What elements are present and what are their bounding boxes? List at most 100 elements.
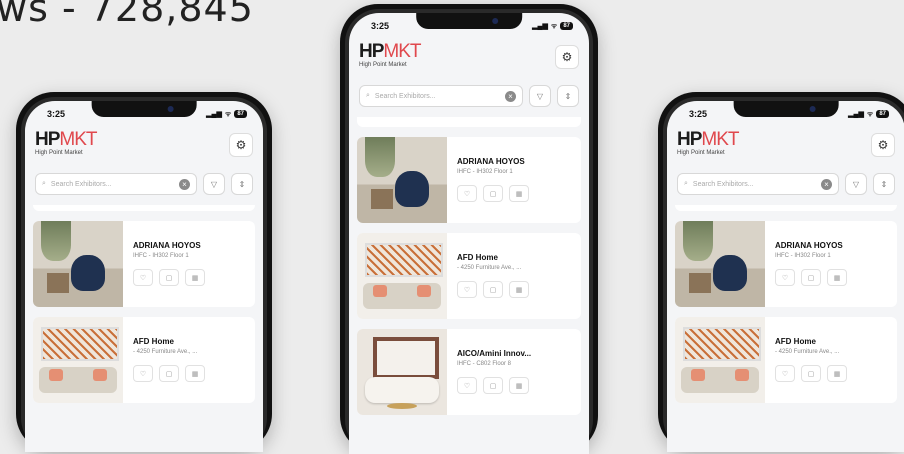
sort-icon: ⇕ — [564, 91, 572, 101]
calendar-icon: ▦ — [833, 274, 841, 282]
exhibitor-name[interactable]: ADRIANA HOYOS — [775, 241, 847, 250]
exhibitor-name[interactable]: AFD Home — [457, 253, 529, 262]
hpmkt-logo: HPMKT High Point Market — [677, 129, 740, 156]
list-item[interactable] — [357, 117, 581, 127]
phone-mockup: 3:25 ▂▄▆ ᯤ 87 HPMKT High Point Market ⚙ … — [340, 4, 598, 454]
calendar-icon: ▦ — [191, 370, 199, 378]
exhibitor-location: IHFC - IH302 Floor 1 — [775, 253, 831, 259]
filter-button[interactable]: ▽ — [529, 85, 551, 107]
sort-button[interactable]: ⇕ — [873, 173, 895, 195]
exhibitor-list: ADRIANA HOYOS IHFC - IH302 Floor 1 ♡ ▢ ▦… — [33, 205, 255, 413]
exhibitor-location: - 4250 Furniture Ave., ... — [133, 349, 198, 355]
search-input[interactable]: ⌕ Search Exhibitors... × — [35, 173, 197, 195]
filter-button[interactable]: ▽ — [845, 173, 867, 195]
hpmkt-logo: HPMKT High Point Market — [359, 41, 422, 68]
note-button[interactable]: ▢ — [801, 365, 821, 382]
note-button[interactable]: ▢ — [159, 269, 179, 286]
exhibitor-name[interactable]: AFD Home — [775, 337, 847, 346]
clear-icon[interactable]: × — [505, 91, 516, 102]
settings-button[interactable]: ⚙ — [555, 45, 579, 69]
exhibitor-location: - 4250 Furniture Ave., ... — [457, 265, 522, 271]
heart-icon: ♡ — [139, 274, 147, 282]
exhibitor-name[interactable]: ADRIANA HOYOS — [457, 157, 529, 166]
favorite-button[interactable]: ♡ — [457, 185, 477, 202]
calendar-button[interactable]: ▦ — [827, 269, 847, 286]
filter-button[interactable]: ▽ — [203, 173, 225, 195]
heart-icon: ♡ — [463, 382, 471, 390]
signal-icon: ▂▄▆ — [532, 23, 548, 30]
calendar-button[interactable]: ▦ — [185, 365, 205, 382]
status-time: 3:25 — [47, 109, 66, 119]
calendar-button[interactable]: ▦ — [827, 365, 847, 382]
note-button[interactable]: ▢ — [483, 185, 503, 202]
favorite-button[interactable]: ♡ — [775, 269, 795, 286]
clear-icon[interactable]: × — [821, 179, 832, 190]
note-icon: ▢ — [165, 370, 173, 378]
note-button[interactable]: ▢ — [483, 281, 503, 298]
sort-button[interactable]: ⇕ — [557, 85, 579, 107]
signal-icon: ▂▄▆ — [206, 111, 222, 118]
exhibitor-image — [357, 233, 447, 319]
exhibitor-image — [33, 221, 123, 307]
calendar-button[interactable]: ▦ — [509, 185, 529, 202]
exhibitor-image — [675, 221, 765, 307]
list-item[interactable]: AFD Home - 4250 Furniture Ave., ... ♡ ▢ … — [675, 317, 897, 403]
search-row: ⌕ Search Exhibitors... × ▽ ⇕ — [359, 85, 579, 107]
note-icon: ▢ — [165, 274, 173, 282]
list-item[interactable] — [675, 205, 897, 211]
list-item[interactable]: AICO/Amini Innov... IHFC - C802 Floor 8 … — [357, 329, 581, 415]
wifi-icon: ᯤ — [866, 110, 874, 118]
filter-icon: ▽ — [210, 179, 218, 189]
calendar-button[interactable]: ▦ — [185, 269, 205, 286]
heart-icon: ♡ — [463, 286, 471, 294]
settings-button[interactable]: ⚙ — [229, 133, 253, 157]
favorite-button[interactable]: ♡ — [133, 269, 153, 286]
note-button[interactable]: ▢ — [483, 377, 503, 394]
note-button[interactable]: ▢ — [801, 269, 821, 286]
app-screen: 3:25 ▂▄▆ ᯤ 87 HPMKT High Point Market ⚙ … — [349, 13, 589, 454]
search-row: ⌕ Search Exhibitors... × ▽ ⇕ — [677, 173, 895, 195]
list-item[interactable]: AFD Home - 4250 Furniture Ave., ... ♡ ▢ … — [33, 317, 255, 403]
status-time: 3:25 — [371, 21, 390, 31]
settings-button[interactable]: ⚙ — [871, 133, 895, 157]
list-item[interactable]: AFD Home - 4250 Furniture Ave., ... ♡ ▢ … — [357, 233, 581, 319]
exhibitor-name[interactable]: AFD Home — [133, 337, 205, 346]
list-item[interactable]: ADRIANA HOYOS IHFC - IH302 Floor 1 ♡ ▢ ▦ — [675, 221, 897, 307]
clear-icon[interactable]: × — [179, 179, 190, 190]
calendar-icon: ▦ — [515, 190, 523, 198]
favorite-button[interactable]: ♡ — [133, 365, 153, 382]
list-item[interactable]: ADRIANA HOYOS IHFC - IH302 Floor 1 ♡ ▢ ▦ — [357, 137, 581, 223]
note-button[interactable]: ▢ — [159, 365, 179, 382]
sort-button[interactable]: ⇕ — [231, 173, 253, 195]
calendar-icon: ▦ — [191, 274, 199, 282]
exhibitor-name[interactable]: ADRIANA HOYOS — [133, 241, 205, 250]
status-bar: 3:25 ▂▄▆ ᯤ 87 — [47, 109, 247, 119]
exhibitor-image — [33, 317, 123, 403]
phone-mockup: 3:25 ▂▄▆ ᯤ 87 HPMKT High Point Market ⚙ … — [658, 92, 904, 452]
exhibitor-name[interactable]: AICO/Amini Innov... — [457, 349, 531, 358]
status-time: 3:25 — [689, 109, 708, 119]
list-item[interactable]: ADRIANA HOYOS IHFC - IH302 Floor 1 ♡ ▢ ▦ — [33, 221, 255, 307]
list-item[interactable] — [33, 205, 255, 211]
search-input[interactable]: ⌕ Search Exhibitors... × — [359, 85, 523, 107]
exhibitor-image — [675, 317, 765, 403]
app-screen: 3:25 ▂▄▆ ᯤ 87 HPMKT High Point Market ⚙ … — [667, 101, 904, 452]
favorite-button[interactable]: ♡ — [457, 377, 477, 394]
favorite-button[interactable]: ♡ — [775, 365, 795, 382]
calendar-icon: ▦ — [515, 382, 523, 390]
exhibitor-image — [357, 329, 447, 415]
search-row: ⌕ Search Exhibitors... × ▽ ⇕ — [35, 173, 253, 195]
phone-mockup: 3:25 ▂▄▆ ᯤ 87 HPMKT High Point Market ⚙ … — [16, 92, 272, 452]
search-input[interactable]: ⌕ Search Exhibitors... × — [677, 173, 839, 195]
battery-icon: 87 — [234, 110, 247, 118]
exhibitor-image — [357, 137, 447, 223]
search-icon: ⌕ — [42, 180, 46, 187]
heart-icon: ♡ — [139, 370, 147, 378]
wifi-icon: ᯤ — [224, 110, 232, 118]
signal-icon: ▂▄▆ — [848, 111, 864, 118]
gear-icon: ⚙ — [877, 138, 889, 152]
favorite-button[interactable]: ♡ — [457, 281, 477, 298]
exhibitor-list: ADRIANA HOYOS IHFC - IH302 Floor 1 ♡ ▢ ▦… — [675, 205, 897, 413]
calendar-button[interactable]: ▦ — [509, 377, 529, 394]
calendar-button[interactable]: ▦ — [509, 281, 529, 298]
